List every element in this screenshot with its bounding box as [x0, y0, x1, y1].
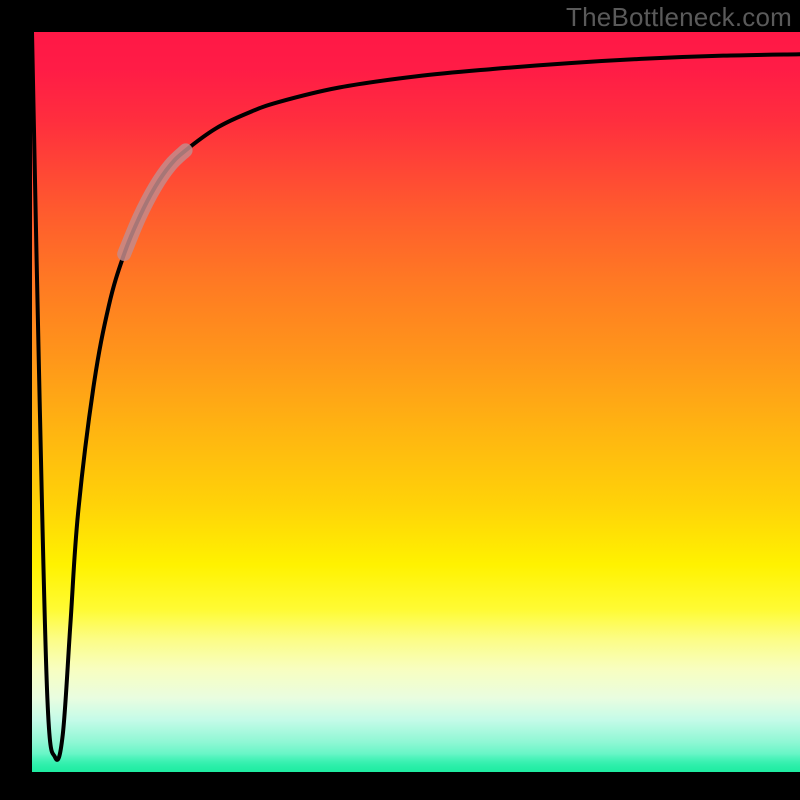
watermark-text: TheBottleneck.com — [566, 2, 792, 33]
curve-svg — [32, 32, 800, 772]
highlight-segment — [124, 150, 185, 254]
plot-area — [32, 32, 800, 772]
chart-frame: TheBottleneck.com — [0, 0, 800, 800]
bottleneck-curve — [32, 32, 800, 760]
